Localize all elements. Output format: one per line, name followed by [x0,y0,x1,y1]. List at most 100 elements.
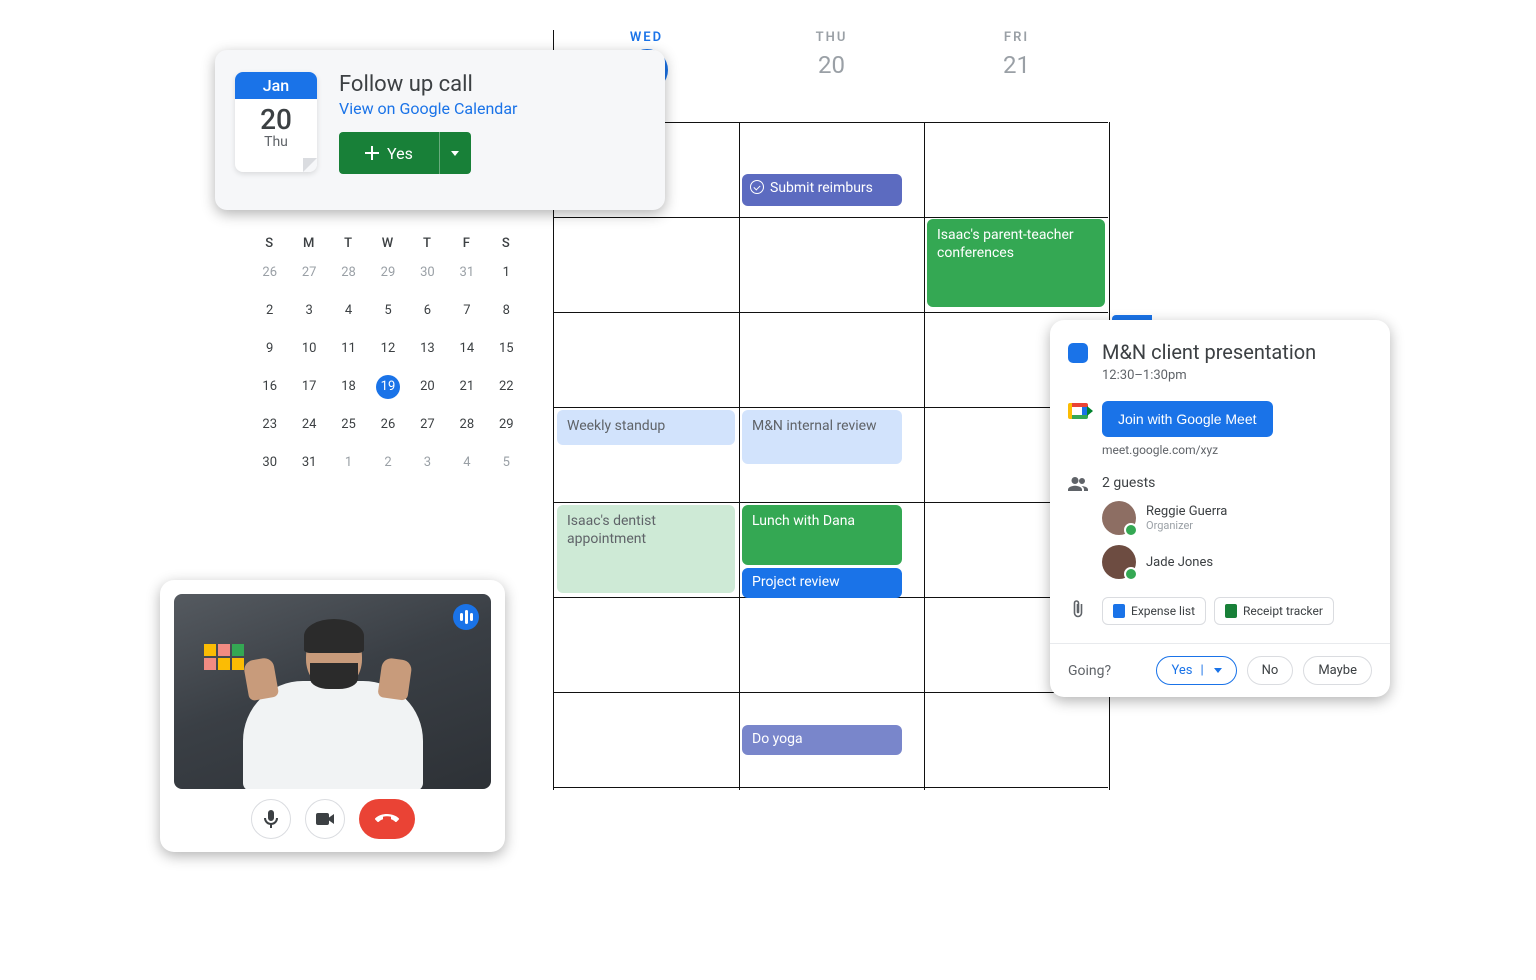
rsvp-dropdown-button[interactable] [439,132,471,174]
day-of-week-label: THU [739,30,924,45]
event-color-swatch [1068,343,1088,363]
mini-month-dow: T [408,236,447,251]
rsvp-no[interactable]: No [1247,656,1294,685]
attachment-chip[interactable]: Expense list [1102,597,1206,625]
mini-month-day[interactable]: 9 [250,337,289,361]
mini-month-day[interactable]: 8 [487,299,526,323]
mini-month-day[interactable]: 18 [329,375,368,399]
avatar [1102,545,1136,579]
mini-month-day[interactable]: 12 [368,337,407,361]
mic-button[interactable] [251,799,291,839]
join-meet-button[interactable]: Join with Google Meet [1102,401,1273,437]
mini-month-day[interactable]: 21 [447,375,486,399]
mini-month-dow: F [447,236,486,251]
attachment-icon [1068,599,1088,619]
mini-month-day[interactable]: 30 [408,261,447,285]
mini-month-day[interactable]: 19 [368,375,407,399]
attachment-label: Receipt tracker [1243,604,1323,618]
attachment-chip[interactable]: Receipt tracker [1214,597,1334,625]
mini-month-day[interactable]: 16 [250,375,289,399]
date-day-number: 20 [260,103,292,136]
mini-month-dow: M [289,236,328,251]
mini-month-day[interactable]: 4 [447,451,486,475]
doc-icon [1225,604,1237,618]
week-body: Submit reimburs Isaac's parent-teacher c… [554,122,1108,790]
mini-month-day[interactable]: 11 [329,337,368,361]
guest-role: Organizer [1146,519,1227,532]
rsvp-yes[interactable]: Yes| [1156,656,1236,685]
mini-month-day[interactable]: 20 [408,375,447,399]
mini-month-day[interactable]: 28 [447,413,486,437]
mini-month-day[interactable]: 1 [329,451,368,475]
rsvp-yes-button[interactable]: Yes [339,132,471,174]
mini-month-day[interactable]: 29 [368,261,407,285]
google-meet-icon [1068,403,1088,419]
guests-count-label: 2 guests [1102,475,1155,491]
mini-month-day[interactable]: 23 [250,413,289,437]
rsvp-maybe[interactable]: Maybe [1303,656,1372,685]
attachment-label: Expense list [1131,604,1195,618]
followup-card: Jan 20 Thu Follow up call View on Google… [215,50,665,210]
event-title: Isaac's parent-teacher conferences [937,227,1074,261]
mini-month-day[interactable]: 17 [289,375,328,399]
mini-month-day[interactable]: 10 [289,337,328,361]
doc-icon [1113,604,1125,618]
accepted-icon [1124,523,1138,537]
day-column-fri[interactable]: FRI 21 [924,30,1109,122]
event-detail-time: 12:30–1:30pm [1102,368,1316,383]
mini-month-day[interactable]: 7 [447,299,486,323]
mini-month-day[interactable]: 2 [250,299,289,323]
event-yoga[interactable]: Do yoga [742,725,902,755]
mini-month-day[interactable]: 5 [487,451,526,475]
mini-month-day[interactable]: 3 [289,299,328,323]
camera-button[interactable] [305,799,345,839]
event-title: Submit reimburs [770,180,873,196]
event-parent-teacher[interactable]: Isaac's parent-teacher conferences [927,219,1105,307]
mini-month-day[interactable]: 26 [250,261,289,285]
end-call-button[interactable] [359,799,415,839]
avatar [1102,501,1136,535]
mini-month-day[interactable]: 6 [408,299,447,323]
mini-month-day[interactable]: 24 [289,413,328,437]
mini-month-dow: T [329,236,368,251]
event-title: Weekly standup [567,418,665,434]
mini-month-dow: W [368,236,407,251]
event-dentist[interactable]: Isaac's dentist appointment [557,505,735,593]
mini-month-day[interactable]: 26 [368,413,407,437]
mini-month-day[interactable]: 3 [408,451,447,475]
mini-month-day[interactable]: 30 [250,451,289,475]
mini-month-day[interactable]: 2 [368,451,407,475]
mini-month-day[interactable]: 28 [329,261,368,285]
mini-month-day[interactable]: 22 [487,375,526,399]
mini-month-day[interactable]: 27 [408,413,447,437]
meet-controls [174,799,491,839]
sparkle-icon [365,146,379,160]
event-internal-review[interactable]: M&N internal review [742,410,902,464]
video-feed [174,594,491,789]
mini-month-day[interactable]: 4 [329,299,368,323]
guest-row[interactable]: Reggie GuerraOrganizer [1102,501,1372,535]
event-lunch[interactable]: Lunch with Dana [742,505,902,565]
event-weekly-standup[interactable]: Weekly standup [557,410,735,445]
page-fold-icon [303,158,317,172]
guest-row[interactable]: Jade Jones [1102,545,1372,579]
mini-month-day[interactable]: 27 [289,261,328,285]
day-of-week-label: FRI [924,30,1109,45]
day-column-thu[interactable]: THU 20 [739,30,924,122]
mini-month-day[interactable]: 31 [289,451,328,475]
mini-month-day[interactable]: 5 [368,299,407,323]
chevron-down-icon[interactable] [1214,668,1222,673]
mini-month-day[interactable]: 25 [329,413,368,437]
mini-month-day[interactable]: 1 [487,261,526,285]
event-project-review[interactable]: Project review [742,568,902,598]
mini-month-day[interactable]: 14 [447,337,486,361]
mini-month-day[interactable]: 15 [487,337,526,361]
mini-month-calendar: SMTWTFS 26272829303112345678910111213141… [250,236,526,475]
mini-month-day[interactable]: 29 [487,413,526,437]
mini-month-day[interactable]: 13 [408,337,447,361]
mini-month-dow: S [487,236,526,251]
guest-name: Jade Jones [1146,555,1213,570]
view-on-calendar-link[interactable]: View on Google Calendar [339,99,645,118]
event-submit-reimbursement[interactable]: Submit reimburs [742,174,902,206]
mini-month-day[interactable]: 31 [447,261,486,285]
